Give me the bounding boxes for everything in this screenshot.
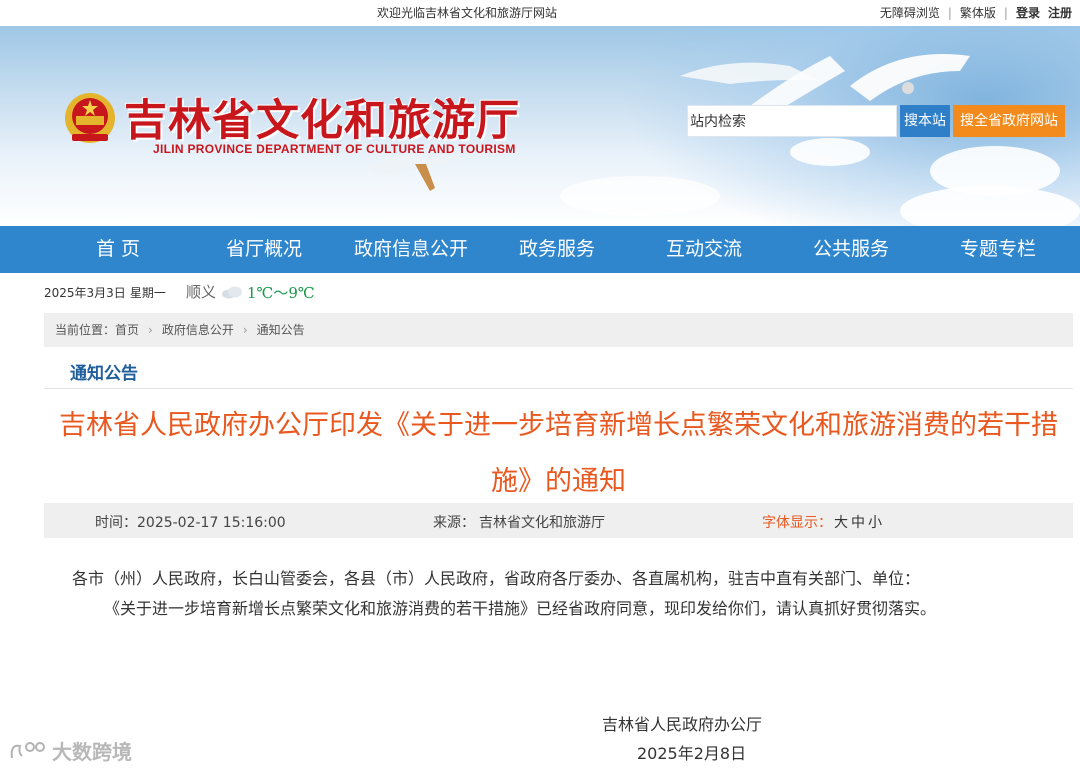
cloud-decoration xyxy=(790,138,870,166)
nav-gov-info-disclosure[interactable]: 政府信息公开 xyxy=(346,226,476,273)
source-value: 吉林省文化和旅游厅 xyxy=(479,515,605,531)
article-title: 吉林省人民政府办公厅印发《关于进一步培育新增长点繁荣文化和旅游消费的若干措施》的… xyxy=(59,410,1058,497)
font-size-label: 字体显示： xyxy=(762,515,832,531)
welcome-text: 欢迎光临吉林省文化和旅游厅网站 xyxy=(377,6,558,20)
source-label: 来源： xyxy=(433,515,475,531)
font-size-switcher[interactable]: 大中小 xyxy=(834,512,885,532)
breadcrumb-home[interactable]: 首页 xyxy=(115,323,139,337)
article-signature: 吉林省人民政府办公厅 xyxy=(602,715,763,734)
register-link[interactable]: 注册 xyxy=(1044,6,1072,20)
chevron-right-icon: › xyxy=(242,323,248,337)
article-source: 来源： 吉林省文化和旅游厅 xyxy=(433,512,605,532)
current-weekday: 星期一 xyxy=(129,286,166,300)
current-date: 2025年3月3日 xyxy=(44,286,126,300)
national-emblem-icon xyxy=(65,93,115,143)
top-links: 无障碍浏览 | 繁体版 | 登录 注册 xyxy=(872,4,1072,21)
article-paragraph: 各市（州）人民政府，长白山管委会，各县（市）人民政府，省政府各厅委办、各直属机构… xyxy=(72,569,921,588)
section-title: 通知公告 xyxy=(70,364,138,384)
nav-public-services[interactable]: 公共服务 xyxy=(799,226,903,273)
nav-department-overview[interactable]: 省厅概况 xyxy=(212,226,316,273)
weather-temperature: 1℃～9℃ xyxy=(247,284,315,302)
breadcrumb-prefix: 当前位置： xyxy=(55,323,116,337)
site-search-input[interactable] xyxy=(687,105,897,137)
watermark-text: 大数跨境 xyxy=(52,740,132,764)
nav-interaction[interactable]: 互动交流 xyxy=(652,226,756,273)
watermark-logo-icon xyxy=(10,741,45,758)
watermark: 大数跨境 xyxy=(8,736,132,765)
publish-time-label: 时间： xyxy=(95,515,137,531)
chevron-right-icon: › xyxy=(148,323,153,337)
accessibility-link[interactable]: 无障碍浏览 xyxy=(872,4,948,21)
nav-gov-services[interactable]: 政务服务 xyxy=(505,226,609,273)
breadcrumb: 当前位置：首页 › 政府信息公开 › 通知公告 xyxy=(44,313,1073,347)
login-link[interactable]: 登录 xyxy=(1008,6,1044,20)
cloud-decoration xyxy=(560,176,720,216)
divider xyxy=(44,388,1073,389)
date-display: 2025年3月3日 星期一 xyxy=(44,284,166,301)
main-nav: 首 页 省厅概况 政府信息公开 政务服务 互动交流 公共服务 专题专栏 xyxy=(0,226,1080,273)
publish-time: 时间：2025-02-17 15:16:00 xyxy=(95,512,286,532)
cloudy-icon xyxy=(222,286,242,299)
nav-home[interactable]: 首 页 xyxy=(70,226,166,273)
search-site-button[interactable]: 搜本站 xyxy=(900,105,950,137)
nav-special-topics[interactable]: 专题专栏 xyxy=(946,226,1050,273)
search-all-gov-button[interactable]: 搜全省政府网站 xyxy=(953,105,1065,137)
breadcrumb-gov-info[interactable]: 政府信息公开 xyxy=(162,323,234,337)
top-strip: 欢迎光临吉林省文化和旅游厅网站 无障碍浏览 | 繁体版 | 登录 注册 xyxy=(0,0,1080,26)
weather-city: 顺义 xyxy=(186,283,217,301)
article-paragraph: 《关于进一步培育新增长点繁荣文化和旅游消费的若干措施》已经省政府同意，现印发给你… xyxy=(104,599,937,618)
publish-time-value: 2025-02-17 15:16:00 xyxy=(137,515,286,531)
breadcrumb-notices[interactable]: 通知公告 xyxy=(257,323,305,337)
article-sign-date: 2025年2月8日 xyxy=(637,744,747,763)
site-subtitle: JILIN PROVINCE DEPARTMENT OF CULTURE AND… xyxy=(153,142,516,156)
header-banner: 吉林省文化和旅游厅 JILIN PROVINCE DEPARTMENT OF C… xyxy=(0,26,1080,226)
article-meta-bar: 时间：2025-02-17 15:16:00 来源： 吉林省文化和旅游厅 字体显示… xyxy=(44,503,1073,538)
site-title[interactable]: 吉林省文化和旅游厅 xyxy=(124,86,520,148)
traditional-chinese-link[interactable]: 繁体版 xyxy=(952,4,1004,21)
